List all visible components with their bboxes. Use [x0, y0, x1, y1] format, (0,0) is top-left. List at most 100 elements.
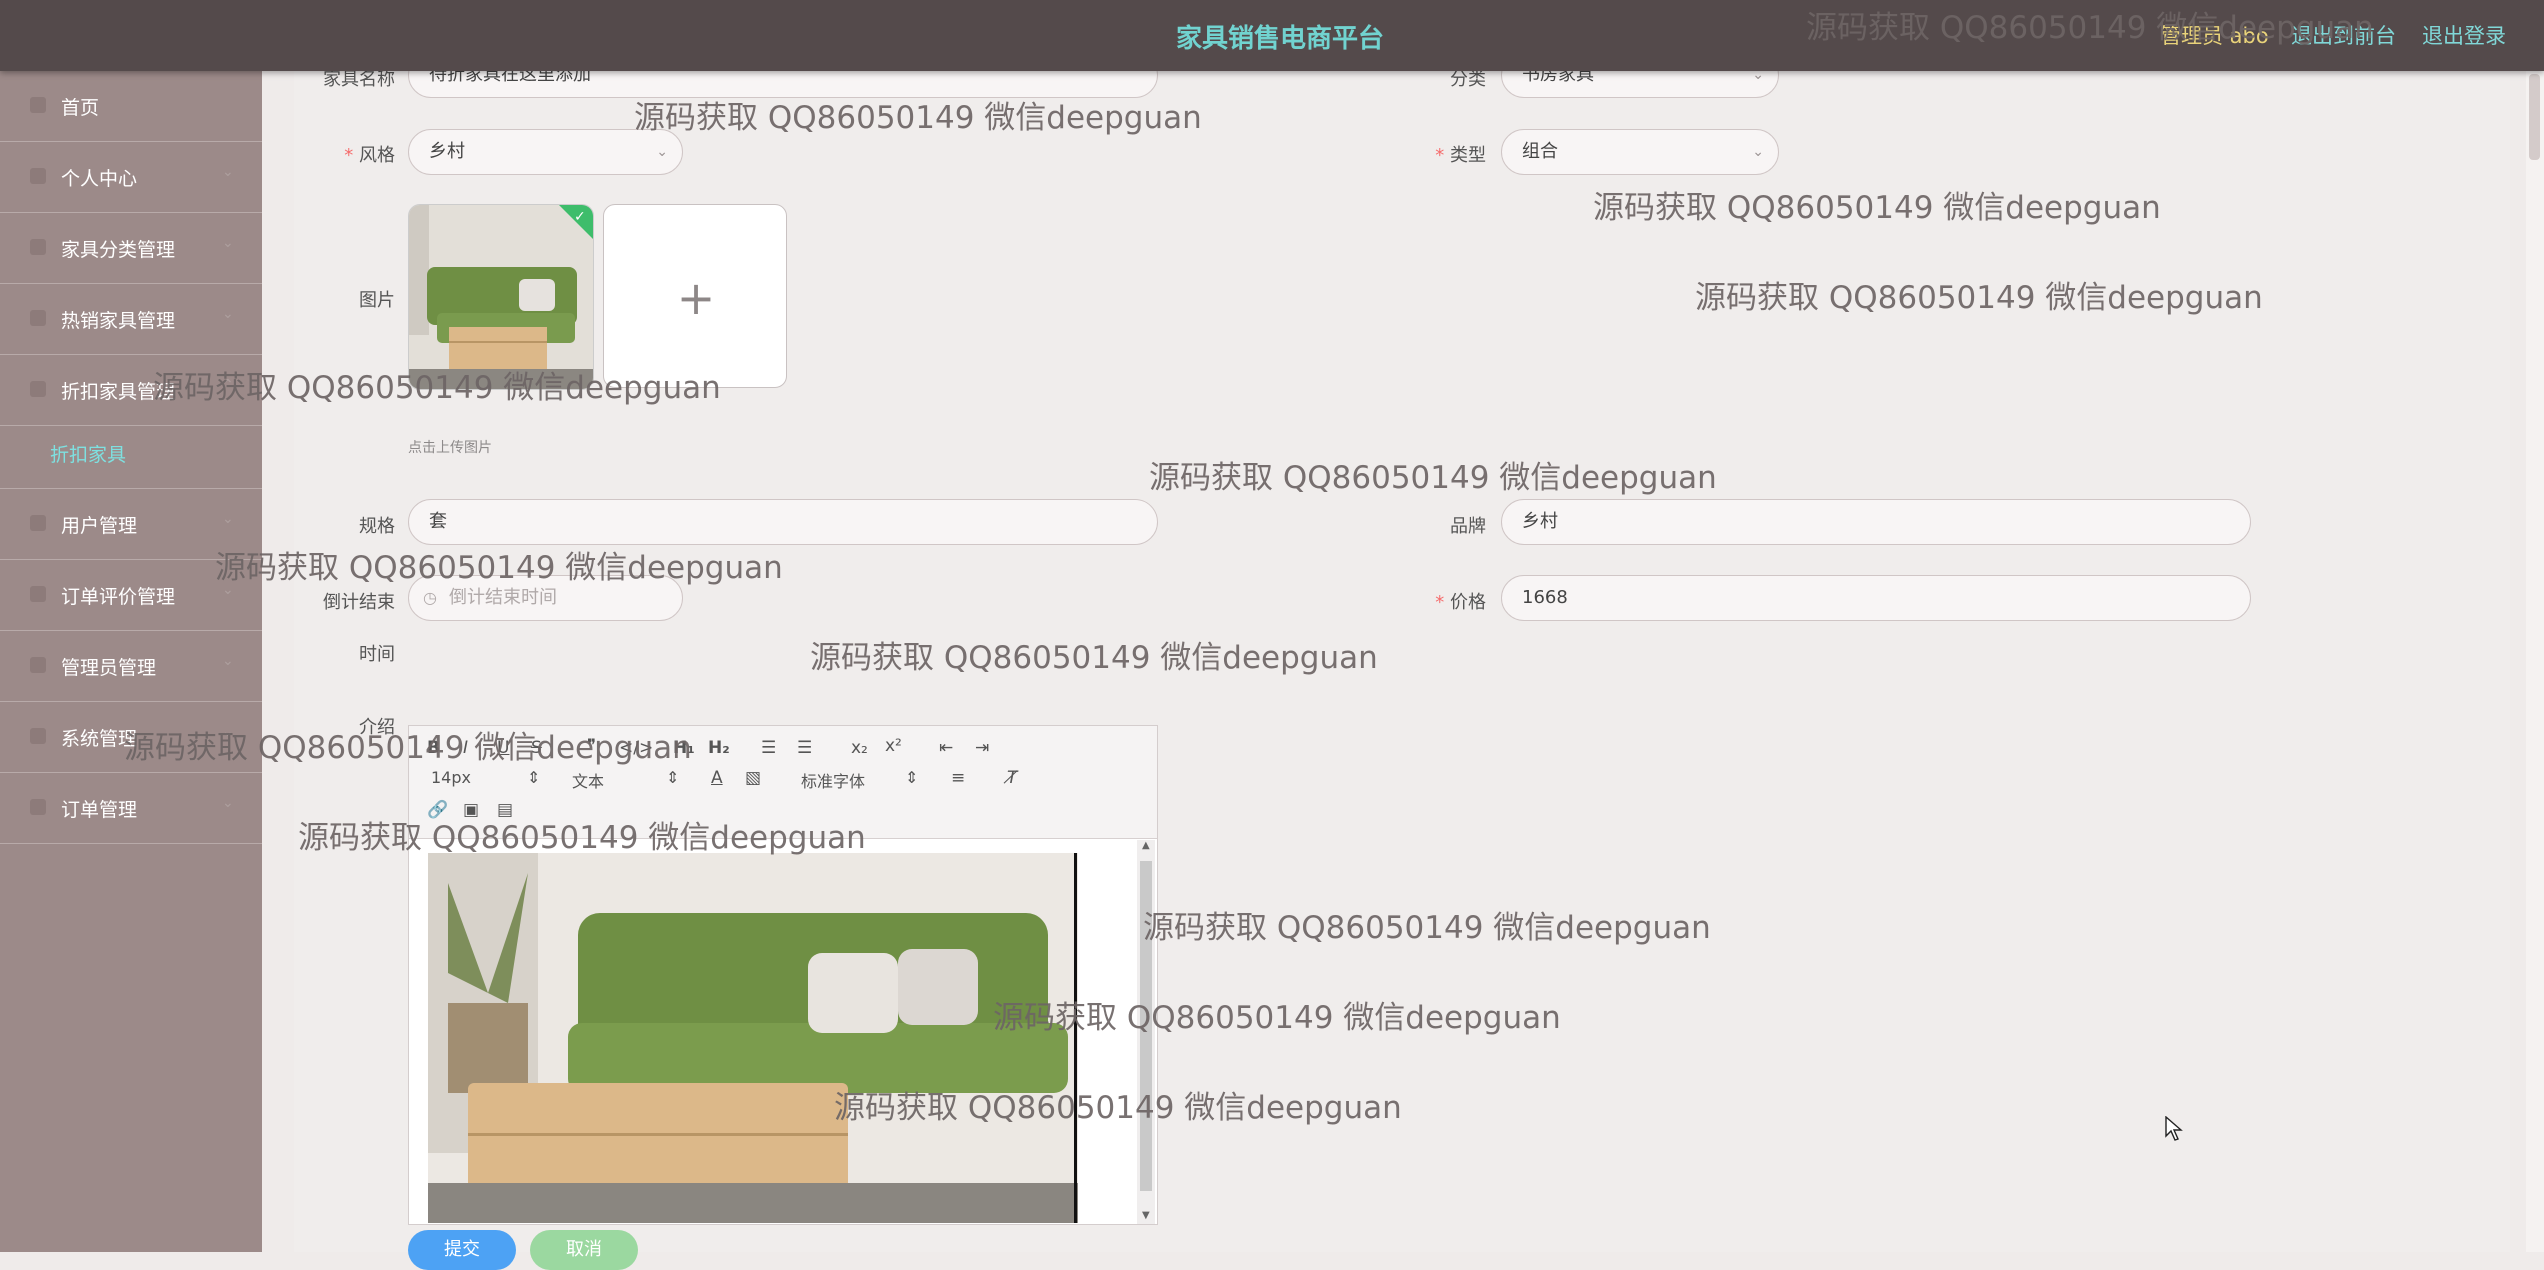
countdown-date-picker[interactable]: ◷ 倒计结束时间	[408, 575, 683, 621]
price-label-text: 价格	[1450, 592, 1486, 613]
background-color-icon[interactable]: ▧	[745, 768, 761, 788]
italic-icon[interactable]: I	[463, 738, 468, 758]
intro-label: 介绍	[359, 717, 395, 738]
required-mark: *	[344, 145, 354, 166]
font-size-select[interactable]: 14px ⇕	[431, 768, 540, 787]
sidebar-item-label: 家具分类管理	[61, 239, 176, 261]
chevron-down-icon: ⌄	[222, 724, 234, 740]
text-style-select[interactable]: 文本 ⇕	[572, 768, 679, 792]
chevron-up-icon: ⌃	[222, 377, 234, 393]
sidebar: 首页 个人中心 ⌄ 家具分类管理 ⌄ 热销家具管理 ⌄ 折扣家具管理 ⌃ 折扣家…	[0, 71, 262, 1252]
home-icon	[30, 97, 46, 113]
sidebar-subitem-label: 折扣家具	[50, 444, 127, 466]
editor-toolbar: B I U S ❞ </> H₁ H₂ ☰ ☰ x₂ x² ⇤ ⇥ 14px ⇕ …	[409, 726, 1157, 839]
scroll-down-icon[interactable]: ▼	[1142, 1210, 1150, 1221]
video-icon[interactable]: ▤	[497, 800, 513, 820]
required-mark: *	[1435, 592, 1445, 613]
chevron-down-icon: ⌄	[222, 582, 234, 598]
uploaded-image-thumbnail[interactable]: ✓	[408, 204, 594, 390]
chevron-down-icon: ⌄	[222, 164, 234, 180]
code-icon[interactable]: </>	[619, 738, 653, 758]
sidebar-item-discount[interactable]: 折扣家具管理 ⌃	[0, 355, 262, 426]
editor-scrollbar-thumb[interactable]	[1140, 861, 1152, 1191]
indent-icon[interactable]: ⇥	[975, 738, 989, 758]
chevron-down-icon: ⌄	[222, 511, 234, 527]
cancel-button[interactable]: 取消	[530, 1230, 638, 1270]
price-field[interactable]: 1668	[1501, 575, 2251, 621]
h2-icon[interactable]: H₂	[708, 738, 730, 758]
brand-field[interactable]: 乡村	[1501, 499, 2251, 545]
svg-text:✓: ✓	[574, 209, 586, 225]
sidebar-item-label: 订单评价管理	[61, 586, 176, 608]
chevron-down-icon: ⌄	[222, 795, 234, 811]
tag-icon	[30, 381, 46, 397]
underline-icon[interactable]: U	[497, 738, 509, 758]
admin-name: 管理员 abo	[2160, 24, 2269, 48]
quote-icon[interactable]: ❞	[587, 736, 596, 756]
chevron-down-icon: ⌄	[656, 144, 668, 160]
link-icon[interactable]: 🔗	[427, 800, 448, 820]
countdown-placeholder: 倒计结束时间	[449, 587, 557, 608]
font-color-icon[interactable]: A	[711, 768, 723, 788]
sidebar-item-users[interactable]: 用户管理 ⌄	[0, 489, 262, 560]
outdent-icon[interactable]: ⇤	[939, 738, 953, 758]
price-label: * 价格	[1411, 588, 1486, 614]
strike-icon[interactable]: S	[531, 738, 542, 758]
style-value: 乡村	[429, 141, 465, 162]
type-label: * 类型	[1411, 141, 1486, 167]
font-family-select[interactable]: 标准字体 ⇕	[801, 768, 918, 792]
page-scrollbar-thumb[interactable]	[2529, 74, 2540, 160]
back-to-front-link[interactable]: 退出到前台	[2291, 20, 2396, 50]
page-scrollbar[interactable]	[2526, 0, 2544, 1252]
sidebar-item-profile[interactable]: 个人中心 ⌄	[0, 142, 262, 213]
chevron-down-icon: ⌄	[222, 235, 234, 251]
font-family-value: 标准字体	[801, 772, 866, 791]
select-arrow-icon: ⇕	[527, 768, 541, 787]
sofa-image: ✓	[409, 205, 593, 389]
add-image-button[interactable]: +	[603, 204, 787, 388]
clear-format-icon[interactable]: T̸	[1007, 768, 1017, 788]
sidebar-item-orders[interactable]: 订单管理 ⌄	[0, 773, 262, 844]
superscript-icon[interactable]: x²	[885, 736, 902, 756]
h1-icon[interactable]: H₁	[673, 738, 695, 758]
logout-link[interactable]: 退出登录	[2422, 20, 2506, 50]
sidebar-subitem-discount-furniture[interactable]: 折扣家具	[0, 418, 262, 489]
brand-label: 品牌	[1450, 516, 1486, 537]
bold-icon[interactable]: B	[427, 738, 440, 758]
gear-icon	[30, 728, 46, 744]
submit-button[interactable]: 提交	[408, 1230, 516, 1270]
style-label: * 风格	[320, 141, 395, 167]
countdown-label: 倒计结束	[323, 592, 395, 613]
subscript-icon[interactable]: x₂	[851, 738, 868, 758]
user-icon	[30, 515, 46, 531]
spec-field[interactable]: 套	[408, 499, 1158, 545]
fire-icon	[30, 310, 46, 326]
type-value: 组合	[1522, 141, 1558, 162]
sidebar-item-system[interactable]: 系统管理 ⌄	[0, 702, 262, 773]
type-label-text: 类型	[1450, 145, 1486, 166]
text-style-value: 文本	[572, 772, 605, 791]
sidebar-item-hot[interactable]: 热销家具管理 ⌄	[0, 284, 262, 355]
sidebar-item-home[interactable]: 首页	[0, 71, 262, 142]
sidebar-item-label: 折扣家具管理	[61, 381, 176, 403]
image-icon[interactable]: ▣	[463, 800, 479, 820]
clock-icon: ◷	[423, 588, 437, 607]
scroll-up-icon[interactable]: ▲	[1142, 840, 1150, 851]
bullet-list-icon[interactable]: ☰	[797, 738, 812, 758]
required-mark: *	[1435, 145, 1445, 166]
sidebar-item-admins[interactable]: 管理员管理 ⌄	[0, 631, 262, 702]
upload-hint: 点击上传图片	[408, 440, 492, 456]
rich-text-editor[interactable]: B I U S ❞ </> H₁ H₂ ☰ ☰ x₂ x² ⇤ ⇥ 14px ⇕ …	[408, 725, 1158, 1225]
sidebar-item-label: 个人中心	[61, 168, 138, 190]
sidebar-item-reviews[interactable]: 订单评价管理 ⌄	[0, 560, 262, 631]
style-select[interactable]: 乡村 ⌄	[408, 129, 683, 175]
chevron-down-icon: ⌄	[222, 653, 234, 669]
align-icon[interactable]: ≡	[951, 768, 965, 788]
spec-label: 规格	[359, 516, 395, 537]
style-label-text: 风格	[359, 145, 395, 166]
top-bar: 家具销售电商平台 管理员 abo 退出到前台 退出登录	[0, 0, 2544, 71]
send-icon	[30, 799, 46, 815]
type-select[interactable]: 组合 ⌄	[1501, 129, 1779, 175]
ordered-list-icon[interactable]: ☰	[761, 738, 776, 758]
sidebar-item-category[interactable]: 家具分类管理 ⌄	[0, 213, 262, 284]
